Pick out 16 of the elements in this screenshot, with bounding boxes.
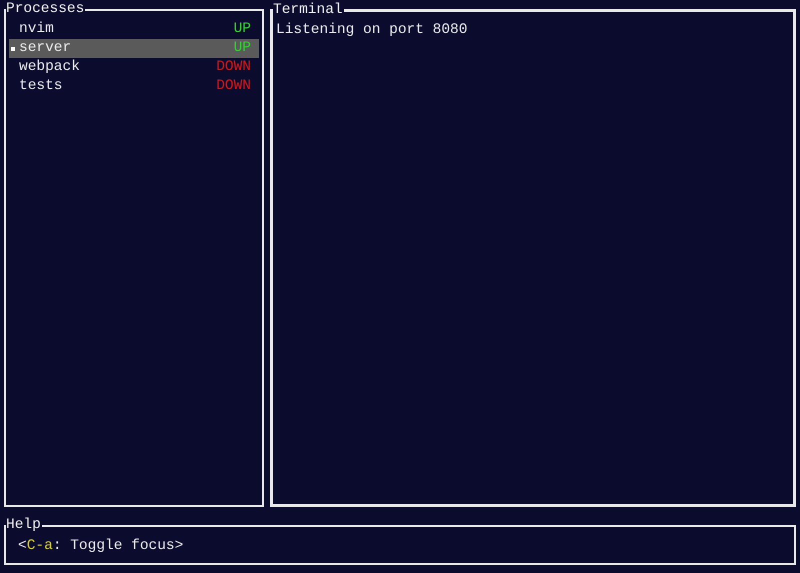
- selection-icon: [11, 46, 15, 50]
- help-text: <C-a: Toggle focus>: [18, 538, 184, 554]
- panel-title: Help: [6, 516, 42, 534]
- process-status: UP: [234, 20, 251, 39]
- terminal-line: Listening on port 8080: [276, 21, 468, 40]
- process-status: DOWN: [216, 58, 251, 77]
- process-name: webpack: [19, 58, 80, 77]
- process-name: tests: [19, 76, 63, 96]
- process-status: UP: [234, 38, 251, 58]
- process-row[interactable]: tests DOWN: [9, 77, 259, 96]
- process-name: server: [19, 38, 72, 58]
- process-status: DOWN: [216, 76, 251, 96]
- process-row[interactable]: nvim UP: [9, 20, 259, 39]
- process-row[interactable]: webpack DOWN: [9, 58, 259, 77]
- process-name: nvim: [19, 20, 54, 39]
- process-row[interactable]: server UP: [9, 39, 259, 58]
